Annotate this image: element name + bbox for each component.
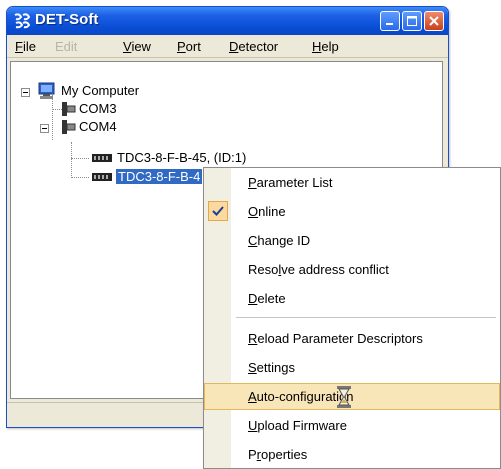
context-menu: Parameter List Online Change ID Resolve … xyxy=(203,167,501,469)
menu-item-upload-firmware[interactable]: Upload Firmware xyxy=(204,412,500,439)
menu-item-properties[interactable]: Properties xyxy=(204,441,500,468)
serial-port-icon xyxy=(62,102,76,116)
tree-node-com4[interactable]: COM4 xyxy=(79,119,117,134)
checkmark-box xyxy=(208,201,228,221)
menu-item-parameter-list[interactable]: Parameter List xyxy=(204,169,500,196)
menu-item-resolve-address-conflict[interactable]: Resolve address conflict xyxy=(204,256,500,283)
computer-icon xyxy=(38,82,55,99)
menu-separator xyxy=(236,317,496,318)
menu-item-label: Delete xyxy=(248,291,286,306)
menu-item-settings[interactable]: Settings xyxy=(204,354,500,381)
tree-connector xyxy=(71,177,89,178)
menu-item-label: Parameter List xyxy=(248,175,333,190)
tree-connector xyxy=(71,158,89,159)
menu-item-online[interactable]: Online xyxy=(204,198,500,225)
minimize-icon xyxy=(386,23,393,25)
tree-node-com3[interactable]: COM3 xyxy=(79,101,117,116)
menu-item-auto-configuration[interactable]: Auto-configuration xyxy=(204,383,500,410)
title-bar[interactable]: DET-Soft xyxy=(7,7,448,35)
window-title: DET-Soft xyxy=(35,11,99,28)
serial-port-icon xyxy=(62,120,76,134)
menu-port[interactable]: Port xyxy=(177,39,201,54)
tree-node-my-computer[interactable]: My Computer xyxy=(61,83,139,98)
menu-item-label: Properties xyxy=(248,447,308,462)
app-logo-icon xyxy=(14,13,31,29)
tree-node-detector-1[interactable]: TDC3-8-F-B-45, (ID:1) xyxy=(117,150,246,165)
menu-item-change-id[interactable]: Change ID xyxy=(204,227,500,254)
close-icon xyxy=(429,16,439,26)
menu-item-label: Reload Parameter Descriptors xyxy=(248,331,423,346)
minimize-button[interactable] xyxy=(380,11,400,31)
detector-device-icon xyxy=(92,154,112,162)
collapse-my-computer-toggle[interactable] xyxy=(21,88,30,97)
menu-item-delete[interactable]: Delete xyxy=(204,285,500,312)
menu-item-reload-parameter-descriptors[interactable]: Reload Parameter Descriptors xyxy=(204,325,500,352)
detector-device-icon xyxy=(92,173,112,181)
menu-view[interactable]: View xyxy=(123,39,151,54)
tree-connector xyxy=(71,142,72,178)
menu-help[interactable]: Help xyxy=(312,39,339,54)
menu-item-label: Resolve address conflict xyxy=(248,262,389,277)
menu-item-label: Upload Firmware xyxy=(248,418,347,433)
maximize-icon xyxy=(407,16,417,26)
tree-node-detector-2-selected[interactable]: TDC3-8-F-B-4 xyxy=(116,169,203,184)
hourglass-icon xyxy=(337,386,351,408)
menu-edit: Edit xyxy=(55,39,78,54)
menu-detector[interactable]: Detector xyxy=(229,39,278,54)
menu-item-label: Online xyxy=(248,204,286,219)
menu-item-label: Settings xyxy=(248,360,295,375)
maximize-button[interactable] xyxy=(402,11,422,31)
close-button[interactable] xyxy=(424,11,444,31)
menu-bar: File Edit View Port Detector Help xyxy=(7,35,448,58)
checkmark-icon xyxy=(212,206,224,216)
menu-item-label: Change ID xyxy=(248,233,311,248)
collapse-com4-toggle[interactable] xyxy=(40,124,49,133)
menu-file[interactable]: File xyxy=(15,39,36,54)
